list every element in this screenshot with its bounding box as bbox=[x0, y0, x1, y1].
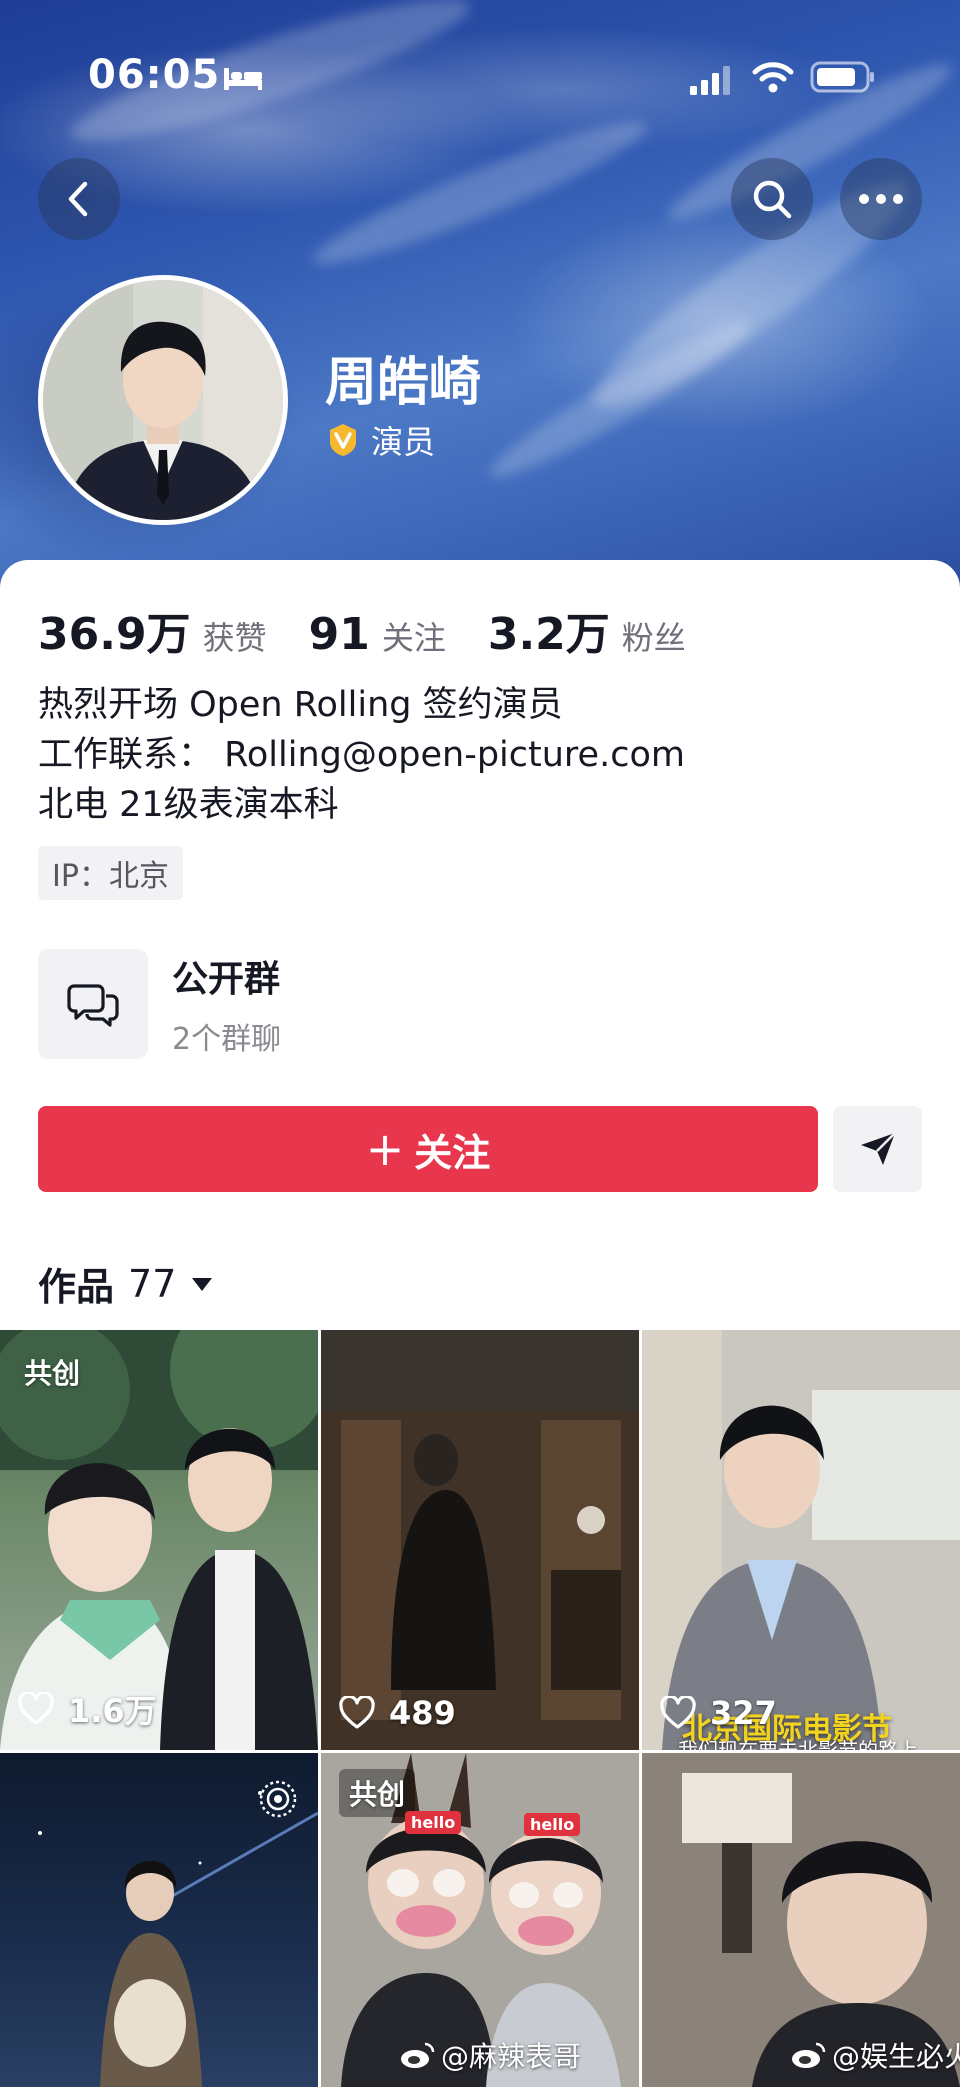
more-dots-icon bbox=[859, 194, 903, 204]
like-count: 489 bbox=[339, 1694, 456, 1732]
plus-icon: + bbox=[365, 1122, 405, 1176]
stat-followers-value: 3.2万 bbox=[487, 609, 610, 660]
group-text: 公开群 2个群聊 bbox=[172, 950, 281, 1058]
works-count: 77 bbox=[128, 1261, 177, 1306]
video-tile[interactable]: 489 bbox=[321, 1330, 639, 1750]
back-button[interactable] bbox=[38, 158, 120, 240]
search-icon bbox=[753, 180, 792, 219]
video-tile[interactable] bbox=[0, 1753, 318, 2087]
status-time: 06:05 bbox=[88, 52, 221, 98]
heart-icon bbox=[339, 1696, 375, 1729]
chevron-left-icon bbox=[68, 181, 88, 217]
co-create-badge: 共创 bbox=[339, 1769, 416, 1817]
stat-likes-label: 获赞 bbox=[202, 619, 267, 657]
video-thumbnail bbox=[642, 1330, 960, 1750]
video-tile[interactable]: 共创 hello hello @麻辣表哥 bbox=[321, 1753, 639, 2087]
stat-followers-label: 粉丝 bbox=[621, 619, 686, 657]
verified-v-icon bbox=[330, 424, 356, 456]
ip-location-tag: IP：北京 bbox=[38, 846, 183, 900]
stat-likes-value: 36.9万 bbox=[38, 609, 191, 660]
video-tile[interactable]: 共创 1.6万 bbox=[0, 1330, 318, 1750]
send-icon bbox=[860, 1132, 896, 1165]
profile-name: 周皓崎 bbox=[325, 353, 482, 413]
battery-icon bbox=[810, 61, 874, 93]
stat-likes[interactable]: 36.9万 获赞 bbox=[38, 598, 267, 662]
more-button[interactable] bbox=[840, 158, 922, 240]
watermark-text: @麻辣表哥 bbox=[441, 2040, 582, 2073]
video-grid: 共创 1.6万 489 北京国际电影节 我们现在要去北影节的路上 327 共创 … bbox=[0, 1330, 960, 2087]
stat-followers[interactable]: 3.2万 粉丝 bbox=[488, 598, 686, 662]
live-broadcast-icon bbox=[259, 1780, 297, 1818]
weibo-icon bbox=[401, 2042, 435, 2068]
works-label: 作品 bbox=[38, 1265, 115, 1309]
works-tab[interactable]: 作品 77 bbox=[38, 1256, 214, 1311]
like-count-value: 327 bbox=[710, 1694, 777, 1732]
group-icon-box bbox=[38, 949, 148, 1059]
video-tile[interactable]: 北京国际电影节 我们现在要去北影节的路上 327 bbox=[642, 1330, 960, 1750]
watermark-text: @娱生必火 bbox=[832, 2040, 960, 2073]
weibo-icon bbox=[792, 2042, 826, 2068]
stat-following-label: 关注 bbox=[381, 619, 446, 657]
profile-card: 36.9万 获赞 91 关注 3.2万 粉丝 热烈开场 Open Rolling… bbox=[0, 560, 960, 1330]
video-overlay-subtitle: 我们现在要去北影节的路上 bbox=[678, 1738, 918, 1750]
like-count-value: 1.6万 bbox=[68, 1692, 157, 1730]
status-bar: 06:05 bbox=[0, 0, 960, 150]
video-tile[interactable]: @娱生必火 bbox=[642, 1753, 960, 2087]
bio: 热烈开场 Open Rolling 签约演员 工作联系： Rolling@ope… bbox=[38, 680, 685, 830]
bio-line: 工作联系： Rolling@open-picture.com bbox=[38, 735, 685, 775]
verified-row: 演员 bbox=[325, 420, 436, 461]
stats-row: 36.9万 获赞 91 关注 3.2万 粉丝 bbox=[38, 598, 728, 662]
like-count-value: 489 bbox=[389, 1694, 456, 1732]
signal-icon bbox=[690, 66, 730, 95]
stat-following-value: 91 bbox=[308, 609, 370, 660]
watermark: @娱生必火 bbox=[790, 2035, 960, 2075]
heart-icon bbox=[660, 1696, 696, 1729]
group-title: 公开群 bbox=[172, 959, 281, 1000]
hello-sticker: hello bbox=[524, 1813, 581, 1836]
co-create-badge: 共创 bbox=[24, 1357, 81, 1390]
bio-line: 热烈开场 Open Rolling 签约演员 bbox=[38, 685, 563, 725]
stat-following[interactable]: 91 关注 bbox=[309, 609, 446, 660]
group-chat-icon bbox=[67, 984, 119, 1027]
avatar-image bbox=[43, 280, 283, 520]
hello-sticker: hello bbox=[405, 1811, 462, 1834]
public-group-entry[interactable]: 公开群 2个群聊 bbox=[38, 948, 922, 1060]
like-count: 327 bbox=[660, 1694, 777, 1732]
group-subtitle: 2个群聊 bbox=[172, 1022, 282, 1057]
follow-button-label: 关注 bbox=[414, 1130, 491, 1175]
heart-icon bbox=[18, 1692, 54, 1725]
caret-down-icon bbox=[192, 1277, 213, 1291]
watermark: @麻辣表哥 bbox=[399, 2035, 581, 2075]
bio-line: 北电 21级表演本科 bbox=[38, 785, 339, 825]
search-button[interactable] bbox=[731, 158, 813, 240]
share-button[interactable] bbox=[833, 1106, 922, 1192]
wifi-icon bbox=[752, 62, 794, 93]
verified-label: 演员 bbox=[371, 423, 436, 461]
like-count: 1.6万 bbox=[18, 1686, 157, 1732]
avatar[interactable] bbox=[38, 275, 288, 525]
bed-icon bbox=[224, 68, 262, 90]
video-thumbnail bbox=[321, 1330, 639, 1750]
follow-button[interactable]: + 关注 bbox=[38, 1106, 818, 1192]
